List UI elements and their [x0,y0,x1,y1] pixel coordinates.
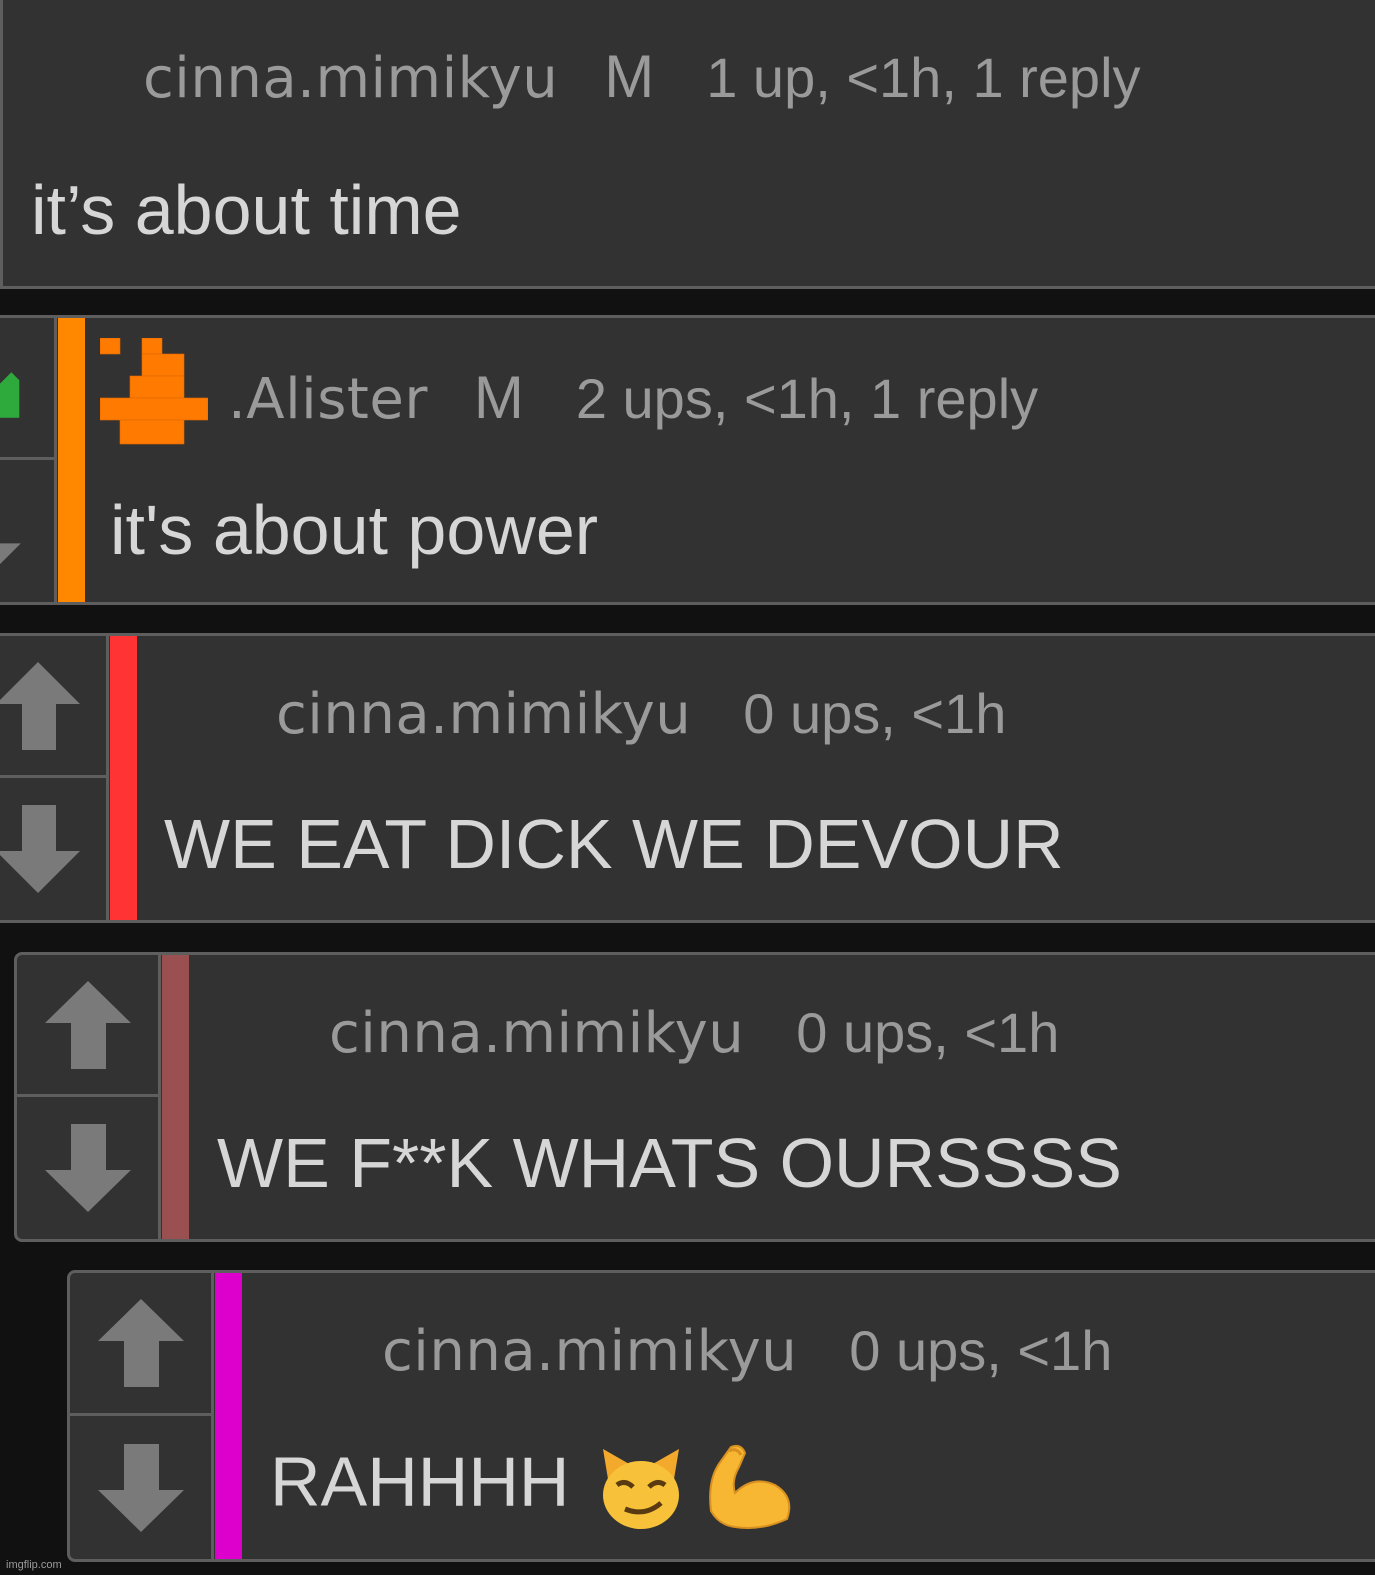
username[interactable]: cinna.mimikyu [329,1001,744,1066]
up-arrow-icon [44,980,131,1069]
vote-column [70,1273,214,1559]
comment-text: RAHHHH [270,1441,797,1533]
comment-1: cinna.mimikyu M 1 up, <1h, 1 reply it’s ab… [0,0,1375,289]
vote-column [17,955,161,1239]
thread-color-bar [110,636,137,920]
upvote-button[interactable] [0,318,54,460]
comment-meta: cinna.mimikyu 0 ups, <1h [382,1318,1112,1384]
comment-stats: 2 ups, <1h, 1 reply [575,367,1039,430]
comment-stats: 0 ups, <1h [743,682,1007,745]
downvote-button[interactable] [70,1416,211,1559]
mod-badge: M [604,43,655,110]
downvote-button[interactable] [0,460,54,602]
upvote-button[interactable] [17,955,158,1097]
vote-column [0,318,57,602]
up-arrow-icon [97,1299,184,1387]
watermark: imgflip.com [6,1559,62,1571]
thread-color-bar [162,955,189,1239]
thread-color-bar [58,318,85,602]
comment-text-content: RAHHHH [270,1442,570,1521]
flexed-biceps-emoji [709,1444,791,1529]
comment-meta: cinna.mimikyu 0 ups, <1h [329,1000,1059,1066]
comment-text: WE F**K WHATS OURSSSS [217,1124,1122,1202]
username[interactable]: cinna.mimikyu [276,682,691,747]
vote-column [0,636,109,920]
smirking-cat-emoji [603,1449,680,1529]
upvote-button[interactable] [0,636,106,778]
comment-stats: 1 up, <1h, 1 reply [706,46,1141,109]
comment-meta: cinna.mimikyu 0 ups, <1h [276,681,1006,747]
comment-5: cinna.mimikyu 0 ups, <1h RAHHHH [67,1270,1375,1562]
username[interactable]: .Alister [228,367,428,432]
comment-4: cinna.mimikyu 0 ups, <1h WE F**K WHATS OU… [14,952,1375,1242]
downvote-button[interactable] [17,1097,158,1239]
down-arrow-icon [0,543,21,565]
comment-text: it's about power [110,491,599,569]
up-arrow-icon [0,371,20,418]
down-arrow-icon [97,1443,184,1532]
downvote-button[interactable] [0,778,106,920]
comment-text: it’s about time [31,171,462,249]
pixel-avatar-icon [100,338,208,445]
up-arrow-icon [0,661,80,750]
comment-2: .Alister M 2 ups, <1h, 1 reply it's about … [0,315,1375,605]
username[interactable]: cinna.mimikyu [143,46,558,111]
comment-3: cinna.mimikyu 0 ups, <1h WE EAT DICK WE D… [0,633,1375,923]
username[interactable]: cinna.mimikyu [382,1319,797,1384]
comment-stats: 0 ups, <1h [849,1319,1113,1382]
thread-color-bar [215,1273,242,1559]
comment-meta: .Alister M 2 ups, <1h, 1 reply [228,363,1038,432]
comment-stats: 0 ups, <1h [796,1001,1060,1064]
down-arrow-icon [44,1124,131,1212]
down-arrow-icon [0,805,80,893]
comment-meta: cinna.mimikyu M 1 up, <1h, 1 reply [143,42,1141,111]
comment-text: WE EAT DICK WE DEVOUR [164,805,1064,883]
mod-badge: M [473,364,524,431]
upvote-button[interactable] [70,1273,211,1416]
